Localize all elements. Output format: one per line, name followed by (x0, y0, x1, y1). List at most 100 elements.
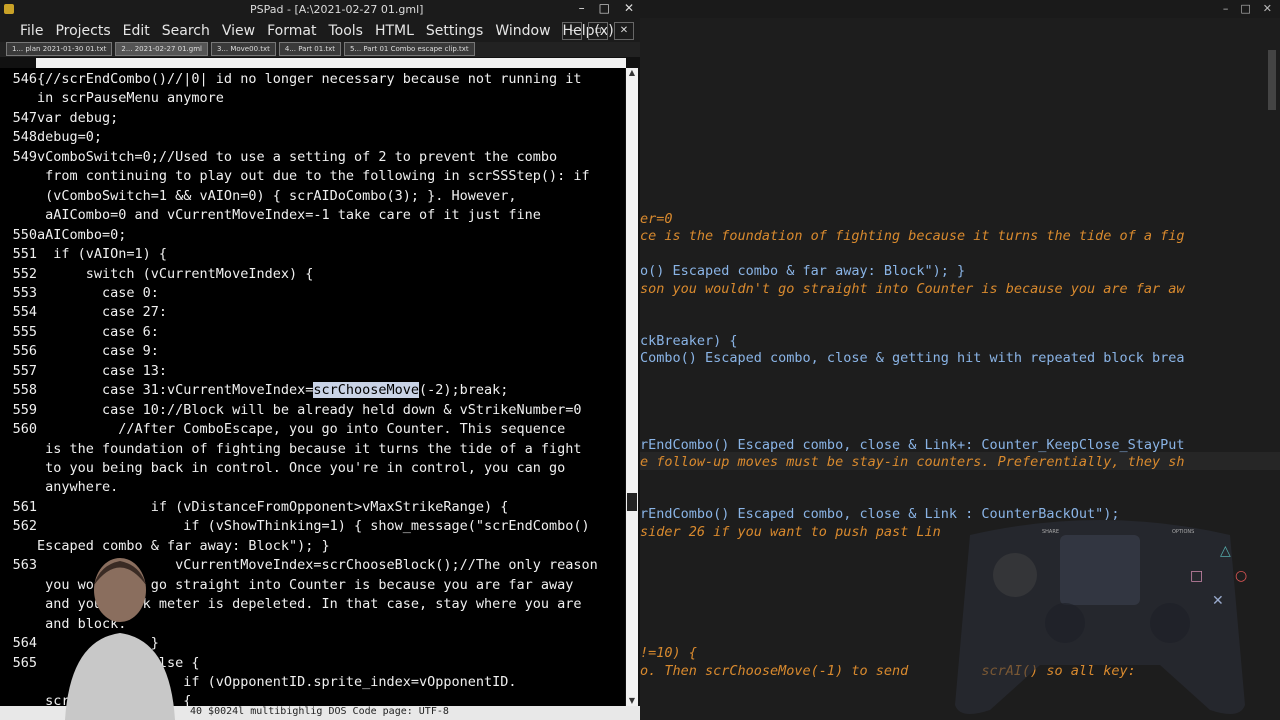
code-text: (vComboSwitch=1 && vAIOn=0) { scrAIDoCom… (37, 187, 517, 204)
line-number: 546 (12, 71, 37, 87)
webcam-person (65, 558, 175, 720)
menu-settings[interactable]: Settings (420, 23, 489, 39)
secondary-minimize-button[interactable]: – (1223, 2, 1229, 15)
line-number: 551 (12, 246, 37, 263)
menu-format[interactable]: Format (261, 23, 322, 39)
code-text: if (vDistanceFromOpponent>vMaxStrikeRang… (37, 498, 509, 515)
code-text: var debug; (37, 109, 119, 126)
triangle-button-icon: △ (1220, 543, 1231, 559)
secondary-code-line: sider 26 if you want to push past Lin (640, 524, 941, 540)
code-line: is the foundation of fighting because it… (0, 440, 582, 459)
code-text: {//scrEndCombo()//|0| id no longer neces… (37, 71, 582, 87)
tab-gml-active[interactable]: 2... 2021-02-27 01.gml (115, 42, 208, 56)
line-number: 560 (12, 421, 37, 438)
doc-minimize-button[interactable]: – (562, 22, 582, 40)
line-number: 547 (12, 109, 37, 126)
pspad-window: PSPad - [A:\2021-02-27 01.gml] – □ ✕ Fil… (0, 0, 640, 720)
secondary-code-line: e follow-up moves must be stay-in counte… (640, 454, 1185, 470)
tab-plan[interactable]: 1... plan 2021-01-30 01.txt (6, 42, 113, 56)
line-number: 562 (12, 518, 37, 535)
code-line: 556 case 9: (0, 342, 159, 361)
menu-search[interactable]: Search (156, 23, 216, 39)
line-number: 563 (12, 557, 37, 574)
secondary-code-line: er=0 (640, 211, 673, 227)
code-text: anywhere. (37, 479, 119, 496)
line-number: 556 (12, 343, 37, 360)
title-bar: PSPad - [A:\2021-02-27 01.gml] – □ ✕ (0, 0, 640, 20)
tab-move00[interactable]: 3... Move00.txt (210, 42, 276, 56)
scroll-up-arrow-icon[interactable]: ▲ (626, 68, 638, 80)
secondary-code-line: rEndCombo() Escaped combo, close & Link+… (640, 437, 1185, 453)
code-line: 562 if (vShowThinking=1) { show_message(… (0, 517, 590, 536)
code-text: in scrPauseMenu anymore (37, 90, 224, 107)
code-line: 552 switch (vCurrentMoveIndex) { (0, 265, 314, 284)
doc-close-button[interactable]: ✕ (614, 22, 634, 40)
scrollbar-thumb[interactable] (627, 493, 637, 511)
menu-tools[interactable]: Tools (322, 23, 369, 39)
secondary-code-line: ckBreaker) { (640, 333, 738, 349)
tab-part01-combo[interactable]: 5... Part 01 Combo escape clip.txt (344, 42, 475, 56)
window-title: PSPad - [A:\2021-02-27 01.gml] (250, 3, 424, 16)
code-text: case 6: (37, 323, 159, 340)
code-text: //After ComboEscape, you go into Counter… (37, 421, 566, 438)
pspad-app-icon (4, 4, 14, 14)
secondary-code-line: ce is the foundation of fighting because… (640, 228, 1185, 244)
square-button-icon: □ (1190, 568, 1203, 584)
vertical-scrollbar[interactable]: ▲ ▼ (626, 68, 638, 708)
code-text: case 0: (37, 284, 159, 301)
menu-file[interactable]: File (0, 23, 49, 39)
line-number: 552 (12, 265, 37, 282)
secondary-title-bar: – □ ✕ (640, 0, 1280, 18)
code-text: switch (vCurrentMoveIndex) { (37, 265, 314, 282)
code-text: case 27: (37, 304, 168, 321)
code-line: 550aAICombo=0; (0, 226, 127, 245)
menu-view[interactable]: View (216, 23, 261, 39)
code-line: 553 case 0: (0, 284, 159, 303)
code-text: vComboSwitch=0;//Used to use a setting o… (37, 148, 558, 165)
line-number: 559 (12, 401, 37, 418)
code-text: aAICombo=0 and vCurrentMoveIndex=-1 take… (37, 207, 541, 224)
secondary-code-line: o() Escaped combo & far away: Block"); } (640, 263, 966, 279)
code-line: 549vComboSwitch=0;//Used to use a settin… (0, 148, 558, 167)
code-line: aAICombo=0 and vCurrentMoveIndex=-1 take… (0, 206, 541, 225)
code-line: 561 if (vDistanceFromOpponent>vMaxStrike… (0, 498, 509, 517)
close-button[interactable]: ✕ (624, 0, 634, 16)
menu-html[interactable]: HTML (369, 23, 420, 39)
minimize-button[interactable]: – (579, 0, 585, 16)
code-line: 551 if (vAIOn=1) { (0, 245, 167, 264)
code-line: 557 case 13: (0, 362, 167, 381)
secondary-scrollbar[interactable] (1268, 50, 1276, 110)
line-number: 561 (12, 498, 37, 515)
share-label: SHARE (1042, 529, 1059, 535)
code-line: 554 case 27: (0, 303, 167, 322)
secondary-close-button[interactable]: ✕ (1263, 2, 1272, 15)
secondary-code-line: !=10) { (640, 645, 697, 661)
code-line: to you being back in control. Once you'r… (0, 459, 565, 478)
secondary-code-line: son you wouldn't go straight into Counte… (640, 281, 1185, 297)
line-number: 554 (12, 304, 37, 321)
code-text: case 10://Block will be already held dow… (37, 401, 582, 418)
code-text: if (vShowThinking=1) { show_message("scr… (37, 518, 590, 535)
document-tabs: 1... plan 2021-01-30 01.txt 2... 2021-02… (0, 42, 640, 57)
doc-restore-button[interactable]: ▫ (588, 22, 608, 40)
left-stick-icon (1045, 603, 1085, 643)
code-line: 547var debug; (0, 109, 119, 128)
code-text: is the foundation of fighting because it… (37, 440, 582, 457)
menu-edit[interactable]: Edit (117, 23, 156, 39)
code-text: debug=0; (37, 129, 103, 146)
circle-button-icon: ○ (1235, 568, 1247, 584)
menu-window[interactable]: Window (489, 23, 556, 39)
gamepad-overlay: △ □ ○ ✕ SHARE OPTIONS (955, 520, 1247, 714)
code-line: 559 case 10://Block will be already held… (0, 401, 582, 420)
cross-button-icon: ✕ (1212, 593, 1224, 609)
tab-part01[interactable]: 4... Part 01.txt (278, 42, 342, 56)
code-line: anywhere. (0, 478, 118, 497)
code-text: case 9: (37, 343, 159, 360)
line-number: 565 (12, 654, 37, 671)
menu-projects[interactable]: Projects (49, 23, 116, 39)
maximize-button[interactable]: □ (599, 0, 610, 16)
line-number: 558 (12, 382, 37, 399)
code-text: if (vAIOn=1) { (37, 246, 168, 263)
dpad-icon (993, 553, 1037, 597)
secondary-maximize-button[interactable]: □ (1240, 2, 1250, 15)
